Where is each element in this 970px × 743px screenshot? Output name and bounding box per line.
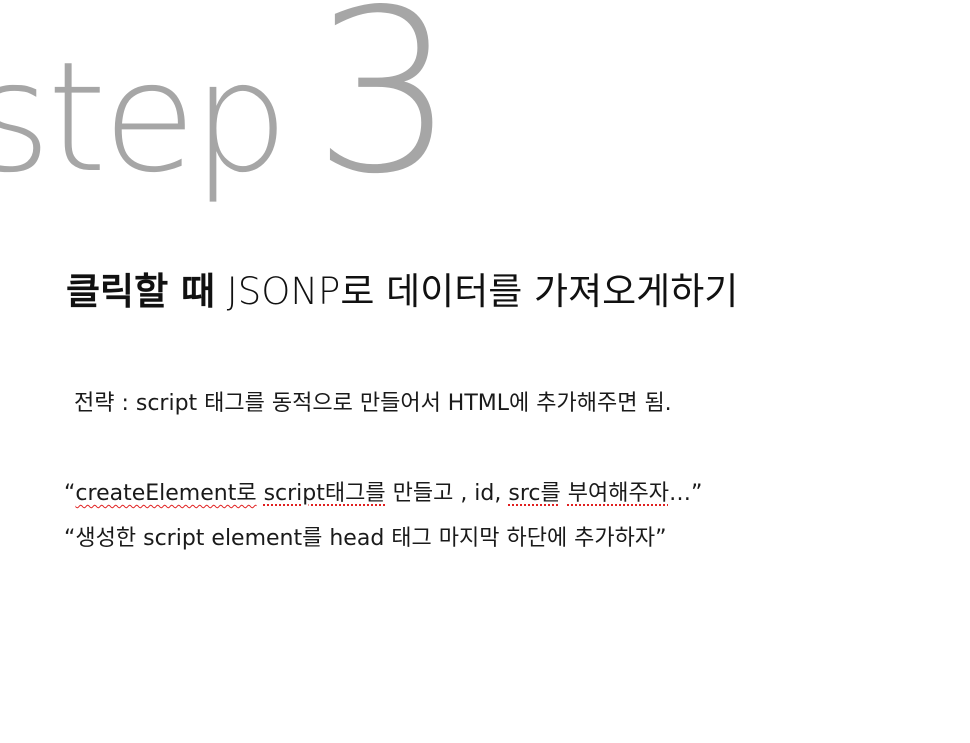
step-number: 3: [312, 0, 456, 224]
slide: step 3 클릭할 때 JSONP로 데이터를 가져오게하기 전략 : scri…: [0, 0, 970, 743]
spellcheck-word-create-element: createElement로: [75, 481, 257, 506]
slide-title-bold: 클릭할 때: [66, 270, 216, 313]
step-heading: step 3: [0, 0, 456, 224]
quote-text-middle: 만들고 , id,: [385, 481, 509, 506]
quote-create-element: “createElement로 script태그를 만들고 , id, src를…: [64, 479, 702, 509]
spellcheck-word-script-tag: script태그를: [263, 481, 386, 506]
quote-open-mark: “: [64, 481, 76, 506]
spellcheck-word-src: src를: [508, 481, 561, 506]
slide-title-rest: JSONP로 데이터를 가져오게하기: [215, 270, 739, 313]
quote-text-space-2: [561, 481, 568, 506]
slide-title: 클릭할 때 JSONP로 데이터를 가져오게하기: [66, 268, 738, 316]
spellcheck-word-assign: 부여해주자: [567, 481, 669, 506]
quote-close-mark: …”: [668, 481, 703, 506]
step-word: step: [0, 29, 289, 206]
quote-text-space: [257, 481, 264, 506]
strategy-text: 전략 : script 태그를 동적으로 만들어서 HTML에 추가해주면 됨.: [74, 391, 672, 416]
quote-append-head: “생성한 script element를 head 태그 마지막 하단에 추가하…: [64, 526, 667, 551]
